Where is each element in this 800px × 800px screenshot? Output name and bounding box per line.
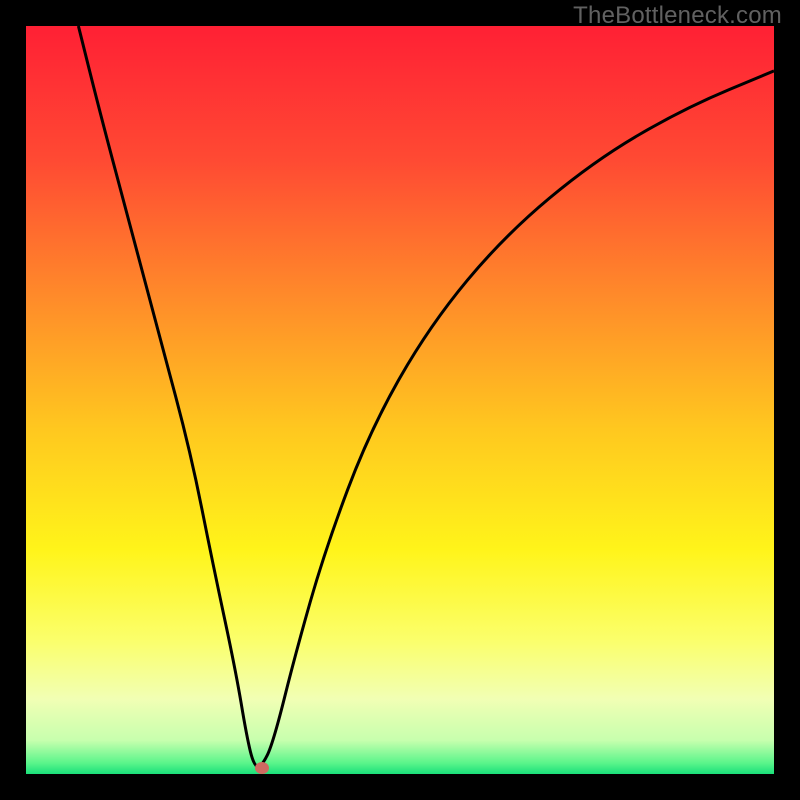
bottleneck-curve (26, 26, 774, 774)
watermark-text: TheBottleneck.com (573, 2, 782, 30)
chart-frame: TheBottleneck.com (0, 0, 800, 800)
minimum-marker-dot (255, 762, 269, 774)
plot-area (26, 26, 774, 774)
